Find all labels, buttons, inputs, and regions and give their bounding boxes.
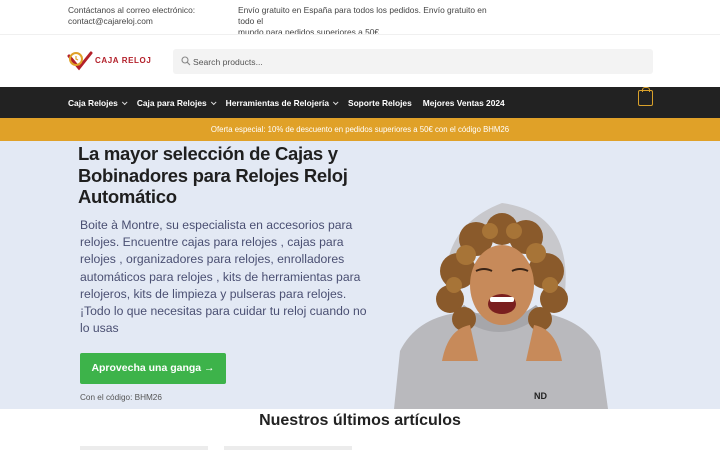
shipping-line-1: Envío gratuito en España para todos los … bbox=[238, 5, 487, 26]
promo-banner: Oferta especial: 10% de descuento en ped… bbox=[0, 118, 720, 141]
shopping-bag-icon[interactable] bbox=[638, 87, 653, 106]
deal-cta-button[interactable]: Aprovecha una ganga → bbox=[80, 353, 226, 384]
top-info-bar: Contáctanos al correo electrónico: conta… bbox=[0, 0, 720, 37]
chevron-down-icon bbox=[121, 98, 128, 105]
logo-text: CAJA RELOJ bbox=[95, 56, 152, 65]
hero-section: La mayor selección de Cajas y Bobinadore… bbox=[0, 141, 720, 409]
nav-item-herramientas[interactable]: Herramientas de Relojería bbox=[225, 97, 339, 108]
chevron-down-icon bbox=[332, 98, 339, 105]
contact-info: Contáctanos al correo electrónico: conta… bbox=[68, 5, 195, 27]
watch-box-logo-icon bbox=[67, 51, 93, 71]
nav-item-label: Herramientas de Relojería bbox=[225, 97, 329, 108]
search-icon bbox=[181, 56, 191, 66]
contact-label: Contáctanos al correo electrónico: bbox=[68, 5, 196, 15]
search-bar[interactable] bbox=[173, 49, 653, 74]
article-card[interactable] bbox=[224, 446, 352, 450]
nav-item-caja-para-relojes[interactable]: Caja para Relojes bbox=[136, 97, 217, 108]
contact-email[interactable]: contact@cajareloj.com bbox=[68, 16, 195, 27]
nav-item-label: Mejores Ventas 2024 bbox=[422, 97, 505, 108]
search-input[interactable] bbox=[193, 49, 633, 74]
nav-item-caja-relojes[interactable]: Caja Relojes bbox=[68, 97, 128, 108]
chevron-down-icon bbox=[210, 98, 217, 105]
main-navigation: Caja Relojes Caja para Relojes Herramien… bbox=[0, 87, 720, 118]
site-logo[interactable]: CAJA RELOJ bbox=[67, 50, 157, 72]
site-header: CAJA RELOJ bbox=[0, 34, 720, 87]
nav-item-label: Soporte Relojes bbox=[347, 97, 412, 108]
nav-item-mejores-ventas[interactable]: Mejores Ventas 2024 bbox=[423, 98, 505, 108]
discount-code-text: Con el código: BHM26 bbox=[80, 393, 162, 402]
nav-menu: Caja Relojes Caja para Relojes Herramien… bbox=[68, 87, 516, 118]
nav-item-label: Caja para Relojes bbox=[136, 97, 207, 108]
hero-description: Boite à Montre, su especialista en acces… bbox=[80, 218, 367, 336]
svg-text:ND: ND bbox=[534, 391, 547, 401]
hero-woman-photo: ND bbox=[394, 203, 608, 409]
nav-item-label: Caja Relojes bbox=[68, 97, 118, 108]
nav-item-soporte-relojes[interactable]: Soporte Relojes bbox=[348, 98, 412, 108]
article-card[interactable] bbox=[80, 446, 208, 450]
latest-articles-title: Nuestros últimos artículos bbox=[259, 412, 461, 429]
hero-title: La mayor selección de Cajas y Bobinadore… bbox=[78, 143, 348, 207]
